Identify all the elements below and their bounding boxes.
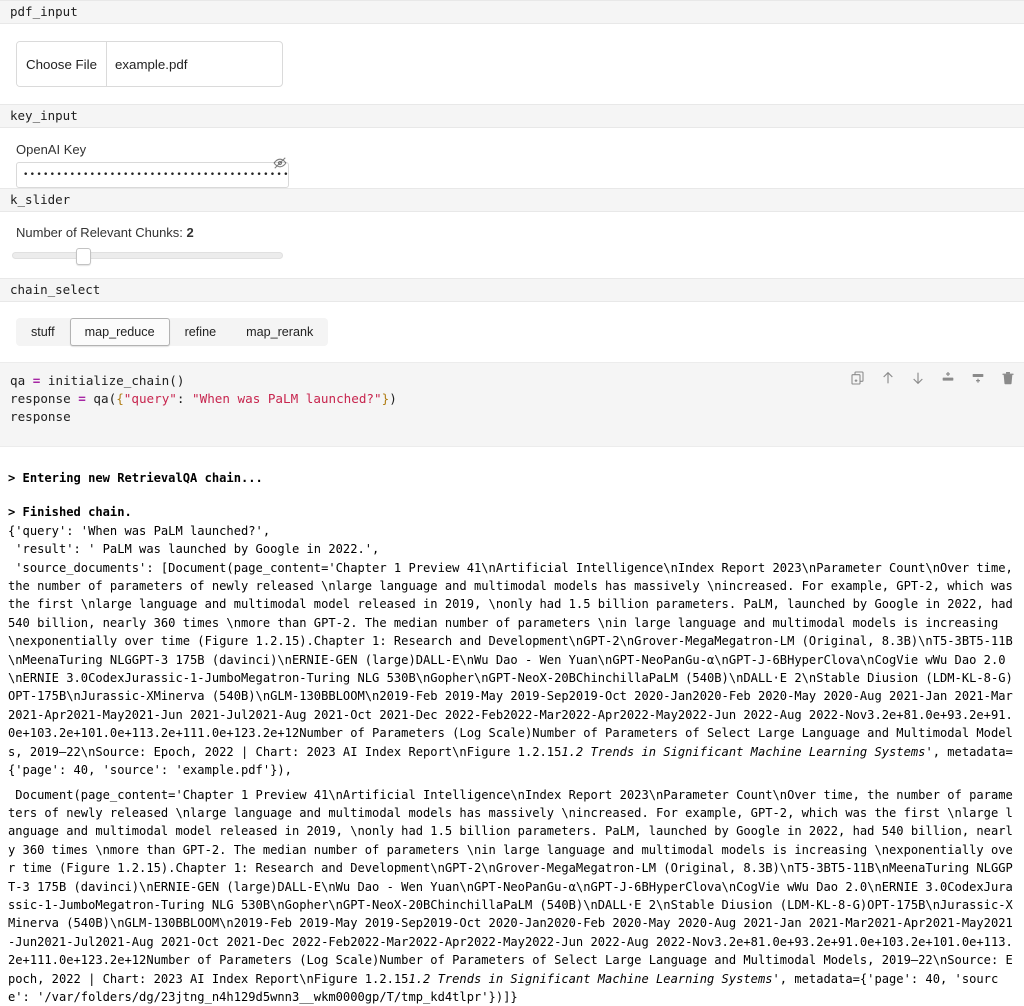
output-result-head: {'query': 'When was PaLM launched?', 're… [8,522,1016,559]
code-line-2: response = qa({"query": "When was PaLM l… [10,390,1014,408]
insert-cell-above-icon[interactable] [940,370,956,386]
file-upload-control[interactable]: Choose File example.pdf [16,41,283,87]
doc1-figure-title: 1.2 Trends in Significant Machine Learni… [561,745,925,759]
k-slider-label-text: Number of Relevant Chunks: [16,225,187,240]
section-header-pdf-input: pdf_input [0,0,1024,24]
openai-key-field-wrap: ••••••••••••••••••••••••••••••••••••••••… [16,162,289,188]
chain-option-map-rerank[interactable]: map_rerank [231,318,328,346]
code-token-qa-call: qa( [86,391,116,406]
cell-output-area: > Entering new RetrievalQA chain... > Fi… [0,469,1024,1006]
code-token-response: response [10,391,78,406]
openai-key-input[interactable]: ••••••••••••••••••••••••••••••••••••••••… [16,162,289,188]
k-slider-control[interactable] [12,248,283,262]
section-header-chain-select: chain_select [0,278,1024,302]
output-finished-chain: > Finished chain. [8,503,1016,521]
move-cell-up-icon[interactable] [880,370,896,386]
k-slider-body: Number of Relevant Chunks: 2 [0,225,1024,262]
k-slider-label: Number of Relevant Chunks: 2 [16,225,1024,240]
openai-key-label: OpenAI Key [16,142,1024,157]
key-input-body: OpenAI Key •••••••••••••••••••••••••••••… [0,142,1024,188]
k-slider-value: 2 [187,225,194,240]
choose-file-button[interactable]: Choose File [17,42,107,86]
doc2-text-prefix: Document(page_content='Chapter 1 Preview… [8,788,1013,986]
chain-select-body: stuff map_reduce refine map_rerank [0,318,1024,346]
output-source-document-2: Document(page_content='Chapter 1 Preview… [8,786,1016,1006]
chain-option-map-reduce[interactable]: map_reduce [70,318,170,346]
doc2-figure-title: 1.2 Trends in Significant Machine Learni… [408,972,772,986]
output-entering-chain: > Entering new RetrievalQA chain... [8,469,1016,487]
section-header-k-slider: k_slider [0,188,1024,212]
code-token-initialize-chain: initialize_chain() [40,373,184,388]
copy-cell-icon[interactable] [850,370,866,386]
doc1-text-prefix: 'source_documents': [Document(page_conte… [8,561,1020,759]
output-spacer-1 [8,487,1016,503]
chain-select-toggle-group: stuff map_reduce refine map_rerank [16,318,328,346]
chain-option-refine[interactable]: refine [170,318,232,346]
insert-cell-below-icon[interactable] [970,370,986,386]
code-line-3: response [10,408,1014,426]
cell-toolbar [850,370,1016,386]
move-cell-down-icon[interactable] [910,370,926,386]
pdf-input-body: Choose File example.pdf [0,41,1024,87]
section-header-key-input: key_input [0,104,1024,128]
delete-cell-icon[interactable] [1000,370,1016,386]
code-cell[interactable]: qa = initialize_chain() response = qa({"… [0,362,1024,447]
code-token-query-value: "When was PaLM launched?" [192,391,382,406]
k-slider-track[interactable] [12,252,283,259]
selected-file-name: example.pdf [107,42,282,86]
code-token-qa: qa [10,373,33,388]
code-token-brace-open: { [116,391,124,406]
code-token-paren-close: ) [389,391,397,406]
code-token-query-key: "query" [124,391,177,406]
output-source-document-1: 'source_documents': [Document(page_conte… [8,559,1016,780]
k-slider-handle[interactable] [76,248,91,265]
code-token-colon: : [177,391,192,406]
eye-slash-icon[interactable] [273,156,287,170]
chain-option-stuff[interactable]: stuff [16,318,70,346]
code-token-assign-2: = [78,391,86,406]
